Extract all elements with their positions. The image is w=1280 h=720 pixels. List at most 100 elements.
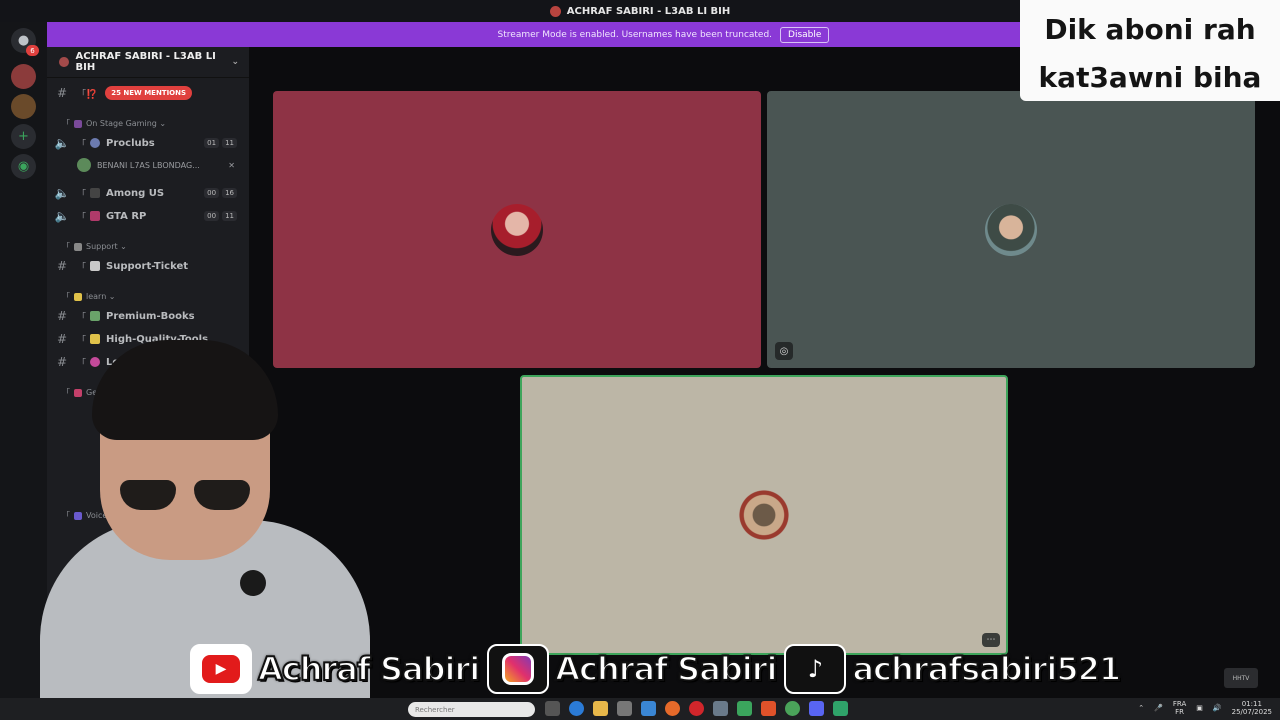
watermark: HHTV [1224, 668, 1258, 688]
server-icon[interactable] [11, 64, 36, 89]
count-limit: 11 [222, 138, 237, 148]
hashtag-icon: # [56, 86, 68, 100]
explore-icon[interactable]: ◉ [11, 154, 36, 179]
joystick-icon [74, 119, 82, 128]
participant-tile-speaking[interactable]: ⋯ [520, 375, 1008, 655]
chevron-down-icon: ⌄ [156, 119, 167, 128]
clock[interactable]: 01:11 25/07/2025 [1232, 700, 1272, 716]
category-label: On Stage Gaming [86, 119, 157, 128]
channel-support-ticket[interactable]: # 「 Support-Ticket [47, 256, 249, 276]
category-label: Support [86, 242, 118, 251]
chrome-icon[interactable] [785, 701, 800, 716]
system-tray: ⌃ 🎤 FRA FR ▣ 🔊 01:11 25/07/2025 [1138, 700, 1272, 716]
tools-icon [74, 242, 82, 251]
opera-icon[interactable] [689, 701, 704, 716]
tiktok-handle: achrafsabiri521 [851, 649, 1122, 689]
store-icon[interactable] [617, 701, 632, 716]
lang-code: FRA [1172, 700, 1187, 708]
server-avatar-icon [549, 5, 561, 17]
category-support[interactable]: 「 Support ⌄ [62, 241, 127, 252]
volume-icon[interactable]: 🔊 [1213, 704, 1222, 712]
network-icon[interactable]: ▣ [1196, 704, 1203, 712]
app-icon[interactable] [833, 701, 848, 716]
bracket: 「 [77, 139, 87, 150]
file-explorer-icon[interactable] [593, 701, 608, 716]
envelope-icon [90, 261, 101, 271]
channel-among-us[interactable]: 🔈 「 Among US 00 16 [47, 183, 249, 203]
server-name: ACHRAF SABIRI - L3AB LI BIH [75, 51, 216, 73]
youtube-handle: Achraf Sabiri [257, 649, 481, 689]
settings-icon[interactable] [713, 701, 728, 716]
brave-icon[interactable] [761, 701, 776, 716]
instagram-handle: Achraf Sabiri [554, 649, 778, 689]
social-bar: ▶ Achraf Sabiri Achraf Sabiri ♪ achrafsa… [190, 642, 1122, 696]
caption-line-1: Dik aboni rah [1044, 13, 1256, 46]
taskbar-search-input[interactable]: Rechercher [408, 702, 535, 717]
discord-icon[interactable] [809, 701, 824, 716]
webcam-person-hair [92, 340, 278, 440]
add-server-icon[interactable]: + [11, 124, 36, 149]
chevron-up-icon[interactable]: ⌃ [1138, 704, 1144, 712]
category-on-stage-gaming[interactable]: 「 On Stage Gaming ⌄ [62, 118, 166, 129]
headset-mic [240, 570, 266, 596]
app-root: ACHRAF SABIRI - L3AB LI BIH Streamer Mod… [0, 0, 1280, 720]
count-limit: 11 [222, 211, 237, 221]
count-current: 01 [204, 138, 220, 148]
lang-layout: FR [1175, 708, 1185, 716]
bracket: 「 [62, 119, 70, 128]
participant-tile[interactable]: ◎ [767, 91, 1255, 368]
clock-time: 01:11 [1241, 700, 1262, 708]
speaker-icon: 🔈 [54, 186, 70, 200]
count-limit: 16 [222, 188, 237, 198]
category-label: learn [86, 292, 107, 301]
chevron-down-icon: ⌄ [106, 292, 116, 301]
window-title: ACHRAF SABIRI - L3AB LI BIH [566, 5, 731, 17]
user-count: 00 11 [204, 211, 237, 221]
crewmate-icon [90, 188, 101, 198]
new-mentions-badge[interactable]: 25 NEW MENTIONS [105, 86, 193, 100]
tiktok-icon: ♪ [784, 644, 847, 694]
speaker-icon: 🔈 [54, 136, 70, 150]
disable-streamer-mode-button[interactable]: Disable [780, 26, 830, 43]
chevron-down-icon: ⌄ [117, 242, 127, 251]
member-name: BENANI L7AS LBONDAG... [97, 160, 200, 170]
participant-avatar [733, 484, 795, 546]
clock-date: 25/07/2025 [1231, 708, 1272, 716]
firefox-icon[interactable] [665, 701, 680, 716]
camera-off-icon: ◎ [775, 342, 793, 360]
youtube-icon: ▶ [190, 644, 252, 694]
category-learn[interactable]: 「 learn ⌄ [62, 291, 116, 302]
channel-gta-rp[interactable]: 🔈 「 GTA RP 00 11 [47, 206, 249, 226]
user-count: 01 11 [204, 138, 237, 148]
count-current: 00 [204, 188, 220, 198]
channel-name: GTA RP [106, 210, 147, 222]
mail-icon[interactable] [641, 701, 656, 716]
channel-proclubs[interactable]: 🔈 「 Proclubs 01 11 [47, 133, 249, 153]
hashtag-icon: # [56, 259, 68, 273]
taskbar-apps [545, 701, 848, 716]
server-icon [59, 57, 69, 67]
media-player-icon[interactable] [737, 701, 752, 716]
muted-icon: ✕ [228, 160, 235, 170]
microphone-icon[interactable]: 🎤 [1154, 704, 1163, 712]
bracket: 「 [77, 189, 87, 200]
caption-line-2: kat3awni biha [1038, 61, 1262, 94]
discord-home-icon[interactable]: ● 6 [11, 28, 39, 56]
bulb-icon [74, 292, 82, 301]
channel-name: Support-Ticket [106, 260, 189, 272]
sunglasses [120, 480, 250, 512]
instagram-icon [487, 644, 550, 694]
server-icon[interactable] [11, 94, 36, 119]
edge-icon[interactable] [569, 701, 584, 716]
channel-top[interactable]: # 「⁉️ 25 NEW MENTIONS [47, 83, 249, 103]
task-view-icon[interactable] [545, 701, 560, 716]
voice-member[interactable]: BENANI L7AS LBONDAG... ✕ [77, 156, 247, 174]
language-indicator[interactable]: FRA FR [1173, 700, 1186, 716]
bracket: 「 [62, 292, 70, 301]
taskbar: Rechercher ⌃ 🎤 FRA FR ▣ 🔊 01:11 25/07/20… [0, 698, 1280, 720]
streamer-mode-text: Streamer Mode is enabled. Usernames have… [497, 29, 773, 40]
participant-avatar [491, 203, 543, 256]
server-header[interactable]: ACHRAF SABIRI - L3AB LI BIH ⌄ [47, 47, 249, 78]
channel-name: Proclubs [106, 137, 155, 149]
user-count: 00 16 [204, 188, 237, 198]
